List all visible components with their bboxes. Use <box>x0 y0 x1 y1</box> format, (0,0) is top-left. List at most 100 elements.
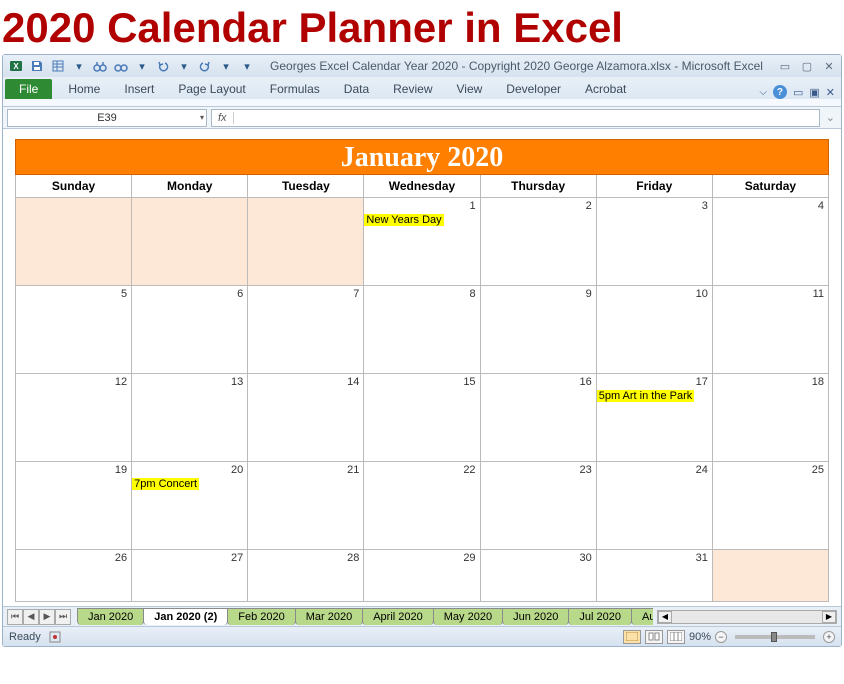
calendar-cell[interactable]: 7 <box>248 286 364 374</box>
name-box[interactable]: E39 ▾ <box>7 109 207 127</box>
calendar-cell[interactable]: 28 <box>248 550 364 602</box>
page-layout-view-button[interactable] <box>645 630 663 644</box>
save-icon[interactable] <box>28 57 46 75</box>
ribbon-tab-home[interactable]: Home <box>56 79 112 99</box>
calendar-cell[interactable] <box>248 198 364 286</box>
qat-more-icon[interactable]: ▾ <box>238 57 256 75</box>
calendar-cell[interactable]: 6 <box>132 286 248 374</box>
zoom-slider[interactable] <box>735 635 815 639</box>
calendar-cell[interactable]: 23 <box>481 462 597 550</box>
macro-record-icon[interactable] <box>49 631 61 643</box>
calendar-cell[interactable]: 30 <box>481 550 597 602</box>
ribbon-tab-page-layout[interactable]: Page Layout <box>166 79 257 99</box>
undo-arrow-icon[interactable]: ▾ <box>175 57 193 75</box>
sheet-tab[interactable]: Jan 2020 (2) <box>143 608 228 625</box>
calendar-cell[interactable]: 25 <box>713 462 829 550</box>
horizontal-scrollbar[interactable]: ◀ ▶ <box>657 610 837 624</box>
calendar-cell[interactable]: 5 <box>15 286 132 374</box>
cell-date: 12 <box>115 376 127 388</box>
calendar-cell[interactable]: 2 <box>481 198 597 286</box>
dropdown-arrow-icon[interactable]: ▾ <box>70 57 88 75</box>
binoculars-icon[interactable] <box>91 57 109 75</box>
ribbon-restore-icon[interactable]: ▣ <box>809 86 819 99</box>
redo-icon[interactable] <box>196 57 214 75</box>
ribbon-chevron-icon[interactable]: ⌵ <box>759 87 767 98</box>
calendar-cell[interactable]: 26 <box>15 550 132 602</box>
sheet-tab[interactable]: Feb 2020 <box>227 608 295 625</box>
ribbon-minimize-icon[interactable]: ▭ <box>793 86 803 99</box>
name-box-arrow-icon[interactable]: ▾ <box>200 113 204 122</box>
ribbon-tab-formulas[interactable]: Formulas <box>258 79 332 99</box>
calendar-cell[interactable]: 4 <box>713 198 829 286</box>
ribbon-tab-insert[interactable]: Insert <box>112 79 166 99</box>
calendar-cell[interactable]: 19 <box>15 462 132 550</box>
calendar-cell[interactable] <box>132 198 248 286</box>
ribbon-tab-acrobat[interactable]: Acrobat <box>573 79 638 99</box>
redo-arrow-icon[interactable]: ▾ <box>217 57 235 75</box>
cell-date: 4 <box>818 200 824 212</box>
ribbon-close-icon[interactable]: ✕ <box>826 86 835 99</box>
excel-icon[interactable]: X <box>7 57 25 75</box>
calendar-cell[interactable]: 24 <box>597 462 713 550</box>
calendar-cell[interactable]: 10 <box>597 286 713 374</box>
calendar-cell[interactable]: 31 <box>597 550 713 602</box>
minimize-button[interactable]: ▭ <box>777 58 793 74</box>
calendar-cell[interactable]: 16 <box>481 374 597 462</box>
calendar-cell[interactable]: 1New Years Day <box>364 198 480 286</box>
help-icon[interactable]: ? <box>773 85 787 99</box>
zoom-thumb[interactable] <box>771 632 777 642</box>
calendar-cell[interactable]: 21 <box>248 462 364 550</box>
sheet-tab[interactable]: Jan 2020 <box>77 608 144 625</box>
file-tab[interactable]: File <box>5 79 52 99</box>
normal-view-button[interactable] <box>623 630 641 644</box>
formula-input[interactable]: fx <box>211 109 820 127</box>
hscroll-left-button[interactable]: ◀ <box>658 611 672 623</box>
zoom-percent[interactable]: 90% <box>689 631 711 643</box>
hscroll-right-button[interactable]: ▶ <box>822 611 836 623</box>
ribbon-tab-view[interactable]: View <box>445 79 495 99</box>
page-break-view-button[interactable] <box>667 630 685 644</box>
calendar-cell[interactable] <box>713 550 829 602</box>
cell-date: 11 <box>813 288 824 300</box>
calendar-cell[interactable]: 175pm Art in the Park <box>597 374 713 462</box>
calendar-cell[interactable]: 8 <box>364 286 480 374</box>
calendar-cell[interactable]: 27 <box>132 550 248 602</box>
sheet-tab[interactable]: April 2020 <box>362 608 434 625</box>
undo-icon[interactable] <box>154 57 172 75</box>
close-button[interactable]: ✕ <box>821 58 837 74</box>
sheet-tab[interactable]: May 2020 <box>433 608 503 625</box>
calendar-cell[interactable]: 15 <box>364 374 480 462</box>
sheet-tab[interactable]: Jun 2020 <box>502 608 569 625</box>
zoom-in-button[interactable]: + <box>823 631 835 643</box>
cell-date: 1 <box>469 200 475 212</box>
calendar-cell[interactable]: 11 <box>713 286 829 374</box>
tab-last-button[interactable]: ⏭ <box>55 609 71 625</box>
day-header: Tuesday <box>248 175 364 198</box>
calendar-cell[interactable]: 14 <box>248 374 364 462</box>
ribbon-tab-data[interactable]: Data <box>332 79 381 99</box>
ribbon-tab-review[interactable]: Review <box>381 79 444 99</box>
calendar-cell[interactable] <box>15 198 132 286</box>
binoculars2-icon[interactable] <box>112 57 130 75</box>
formula-expand-icon[interactable]: ⌄ <box>824 111 837 124</box>
sheet-tab[interactable]: Jul 2020 <box>568 608 632 625</box>
calendar-cell[interactable]: 29 <box>364 550 480 602</box>
dropdown-arrow2-icon[interactable]: ▾ <box>133 57 151 75</box>
calendar-cell[interactable]: 18 <box>713 374 829 462</box>
table-icon[interactable] <box>49 57 67 75</box>
ribbon-tab-developer[interactable]: Developer <box>494 79 573 99</box>
calendar-cell[interactable]: 3 <box>597 198 713 286</box>
calendar-cell[interactable]: 22 <box>364 462 480 550</box>
tab-first-button[interactable]: ⏮ <box>7 609 23 625</box>
maximize-button[interactable]: ▢ <box>799 58 815 74</box>
calendar-cell[interactable]: 9 <box>481 286 597 374</box>
zoom-out-button[interactable]: − <box>715 631 727 643</box>
hscroll-track[interactable] <box>672 611 822 623</box>
calendar-cell[interactable]: 13 <box>132 374 248 462</box>
calendar-cell[interactable]: 207pm Concert <box>132 462 248 550</box>
tab-next-button[interactable]: ▶ <box>39 609 55 625</box>
calendar-cell[interactable]: 12 <box>15 374 132 462</box>
sheet-tab[interactable]: Aug 2020 <box>631 608 653 625</box>
sheet-tab[interactable]: Mar 2020 <box>295 608 363 625</box>
tab-prev-button[interactable]: ◀ <box>23 609 39 625</box>
